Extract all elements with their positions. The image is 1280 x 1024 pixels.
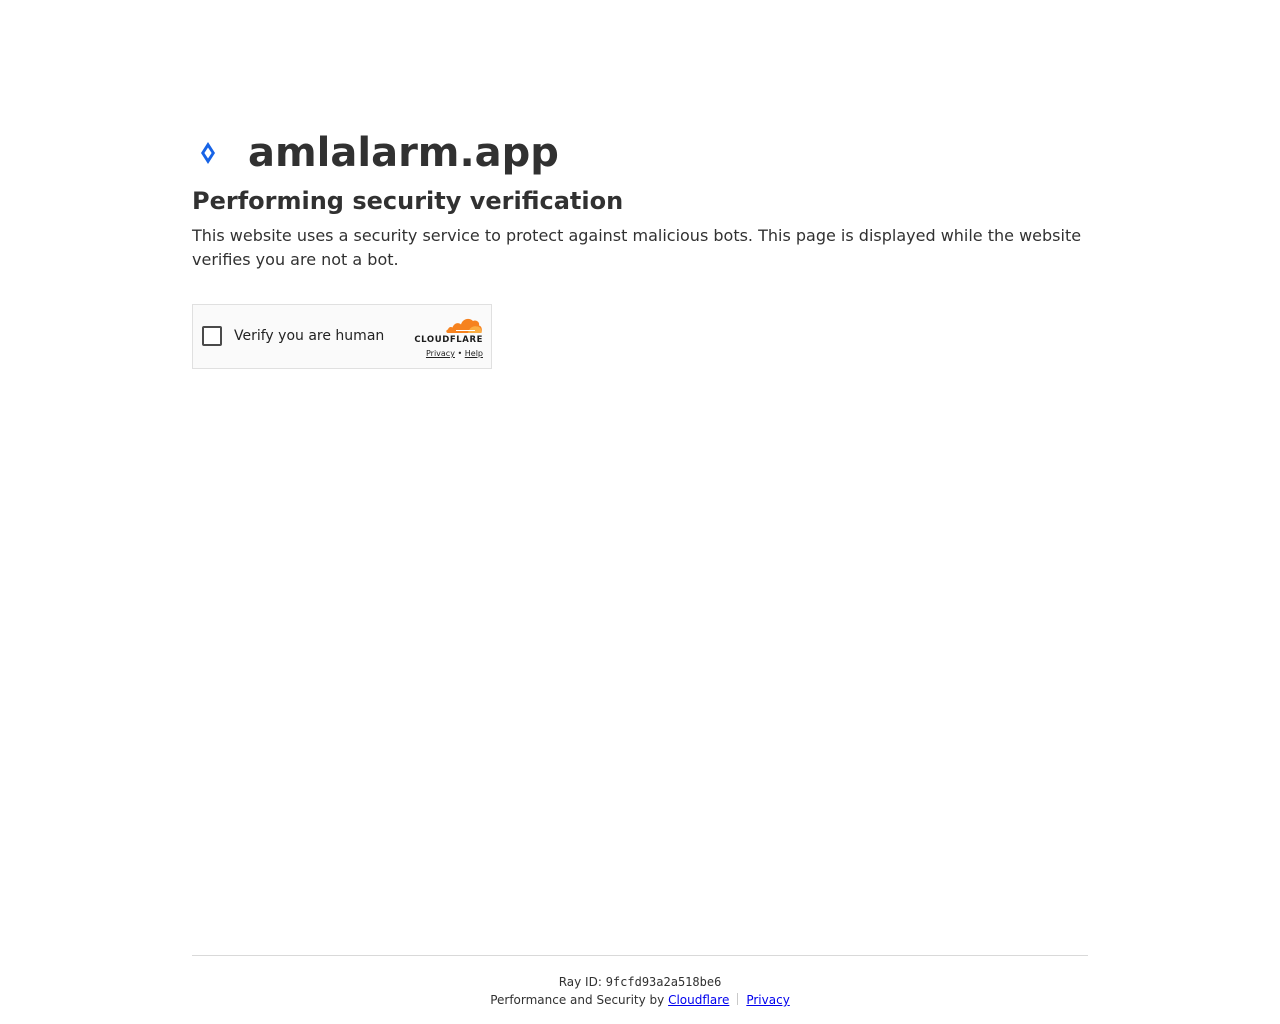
widget-privacy-link[interactable]: Privacy: [426, 349, 455, 358]
link-separator: •: [457, 349, 463, 358]
performance-line: Performance and Security by Cloudflare Pr…: [192, 992, 1088, 1008]
footer: Ray ID: 9fcfd93a2a518be6 Performance and…: [192, 955, 1088, 1008]
diamond-icon: [192, 137, 224, 169]
widget-links: Privacy • Help: [403, 348, 483, 360]
footer-divider: [737, 993, 739, 1005]
ray-id-value: 9fcfd93a2a518be6: [605, 975, 722, 989]
page-title: Performing security verification: [192, 187, 624, 215]
ray-id: Ray ID: 9fcfd93a2a518be6: [192, 974, 1088, 990]
footer-privacy-link[interactable]: Privacy: [746, 993, 789, 1007]
verify-label[interactable]: Verify you are human: [234, 327, 384, 345]
site-header: amlalarm.app: [192, 128, 1088, 178]
cloud-icon: [446, 318, 482, 333]
cloudflare-wordmark: CLOUDFLARE: [414, 335, 483, 345]
cloudflare-link[interactable]: Cloudflare: [668, 993, 729, 1007]
page-description: This website uses a security service to …: [192, 226, 1082, 269]
cloudflare-brand: CLOUDFLARE Privacy • Help: [403, 316, 483, 360]
turnstile-widget: Verify you are human CLOUDFLARE Privacy …: [192, 304, 492, 369]
widget-help-link[interactable]: Help: [465, 349, 483, 358]
performance-text: Performance and Security by: [490, 993, 665, 1007]
main-content: amlalarm.app Performing security verific…: [192, 128, 1088, 272]
ray-id-label: Ray ID:: [558, 975, 602, 989]
site-name: amlalarm.app: [248, 130, 559, 176]
verify-checkbox[interactable]: [202, 326, 222, 346]
